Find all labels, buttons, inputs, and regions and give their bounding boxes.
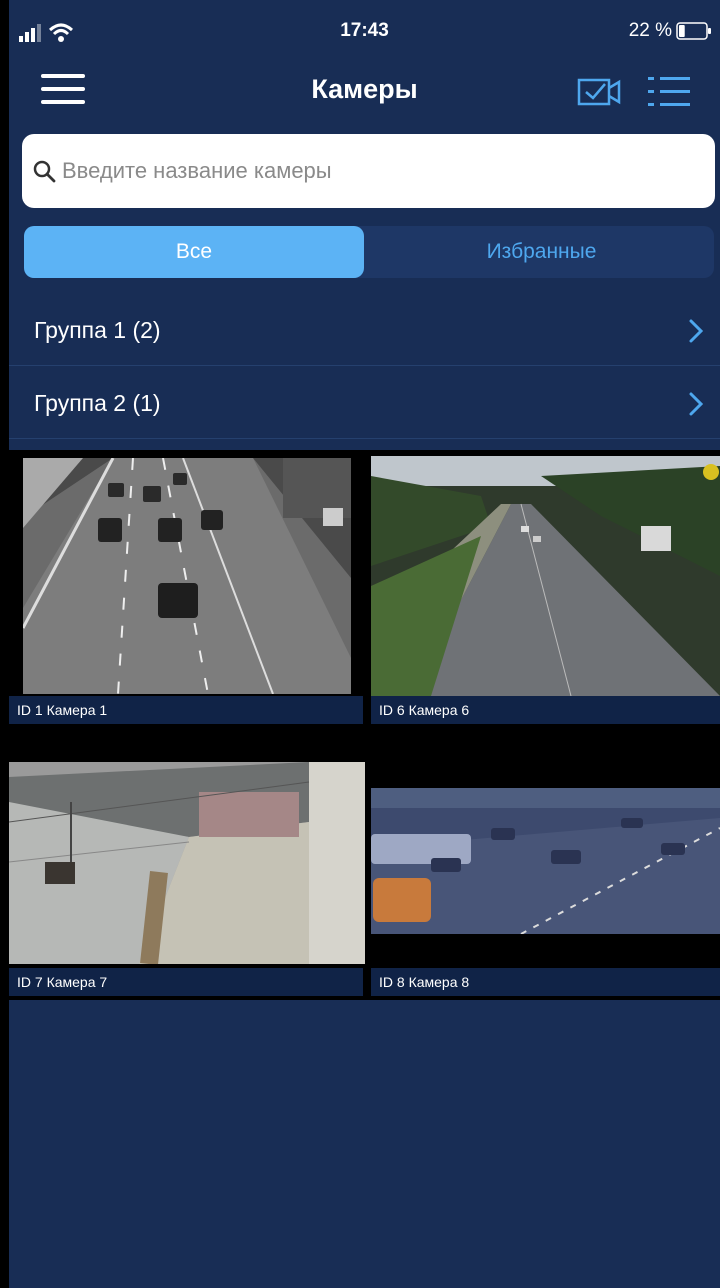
camera-preview-image — [23, 458, 351, 694]
search-icon — [33, 160, 56, 183]
nav-bar: Камеры — [9, 60, 720, 124]
camera-grid: ID 1 Камера 1 ID 6 Камера 6 ID 7 Камера … — [9, 450, 720, 1000]
group-label: Группа 1 (2) — [34, 317, 161, 343]
group-label: Группа 2 (1) — [34, 390, 161, 416]
camera-tile-7[interactable]: ID 7 Камера 7 — [9, 728, 365, 1000]
search-input[interactable] — [62, 134, 702, 208]
camera-label: ID 1 Камера 1 — [9, 696, 363, 724]
camera-preview-image — [371, 788, 720, 934]
chevron-right-icon — [689, 392, 704, 416]
camera-label: ID 6 Камера 6 — [371, 696, 720, 724]
status-time: 17:43 — [340, 20, 389, 41]
camera-label: ID 8 Камера 8 — [371, 968, 720, 996]
camera-tile-6[interactable]: ID 6 Камера 6 — [371, 450, 720, 724]
camera-tile-8[interactable]: ID 8 Камера 8 — [371, 728, 720, 1000]
tab-all[interactable]: Все — [24, 226, 364, 278]
search-box — [22, 134, 715, 208]
camera-preview-image — [371, 456, 720, 696]
camera-select-icon[interactable] — [577, 74, 623, 108]
status-bar: 17:43 22 % — [9, 0, 720, 60]
filter-segment: Все Избранные — [24, 226, 714, 278]
app-screen: 17:43 22 % Камеры Введите название камер… — [9, 0, 720, 1288]
camera-label: ID 7 Камера 7 — [9, 968, 363, 996]
camera-preview-image — [9, 762, 365, 964]
chevron-right-icon — [689, 319, 704, 343]
group-row-1[interactable]: Группа 1 (2) — [9, 296, 720, 366]
tab-favorites[interactable]: Избранные — [369, 226, 714, 278]
camera-tile-1[interactable]: ID 1 Камера 1 — [9, 450, 363, 724]
group-row-2[interactable]: Группа 2 (1) — [9, 369, 720, 439]
battery-icon — [676, 22, 711, 40]
battery-percent: 22 % — [628, 20, 672, 41]
list-view-icon[interactable] — [646, 72, 692, 112]
